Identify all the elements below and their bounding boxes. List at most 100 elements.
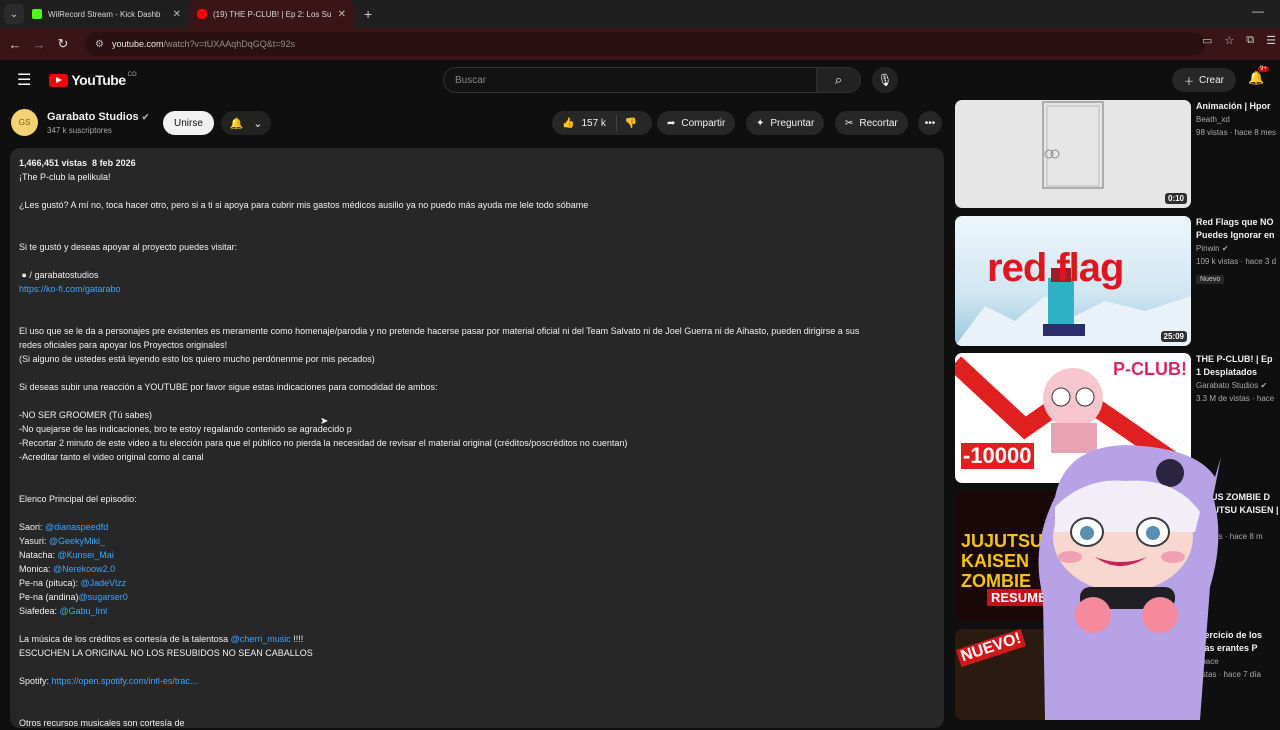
description-line[interactable]: https://ko-fi.com/gatarabo: [19, 282, 935, 296]
kofi-link[interactable]: https://ko-fi.com/gatarabo: [19, 284, 121, 294]
thumbnail-text: NUEVO!: [955, 629, 1027, 668]
description-line: Yasuri: @GeekyMiki_: [19, 534, 935, 548]
new-tab-button[interactable]: +: [364, 6, 372, 22]
back-icon[interactable]: ←: [3, 37, 27, 52]
recommendation-item[interactable]: red flag 25:09 Red Flags que NO Puedes I…: [954, 216, 1280, 346]
browser-tab-kick[interactable]: WilRecord Stream - Kick Dashb ✕: [24, 0, 189, 28]
line-text: Saori:: [19, 522, 46, 532]
ask-button[interactable]: ✦ Preguntar: [746, 111, 825, 135]
line-text: -Acreditar tanto el video original como …: [19, 452, 204, 462]
url-host: youtube.com: [111, 39, 164, 49]
search-box: ⌕: [443, 67, 861, 93]
vtuber-character-image: [1038, 445, 1221, 720]
join-button[interactable]: Unirse: [163, 111, 214, 135]
video-description[interactable]: 1,466,451 vistas 8 feb 2026 ¡The P-club …: [10, 148, 944, 728]
mention-link[interactable]: @JadeVlzz: [81, 578, 127, 588]
description-line: -NO SER GROOMER (Tú sabes): [19, 408, 935, 422]
video-thumbnail[interactable]: red flag 25:09: [955, 216, 1191, 346]
share-button[interactable]: ➦ Compartir: [657, 111, 736, 135]
browser-tab-youtube[interactable]: (19) THE P-CLUB! | Ep 2: Los Su ✕: [189, 0, 354, 28]
site-info-icon[interactable]: ⚙: [95, 39, 104, 50]
video-meta: THE P-CLUB! | Ep 1 Desplatados Garabato …: [1196, 353, 1280, 405]
line-text: La música de los créditos es cortesía de…: [19, 634, 231, 644]
like-count: 157 k: [581, 117, 606, 129]
line-text: Elenco Principal del episodio:: [19, 494, 137, 504]
line-text: El uso que se le da a personajes pre exi…: [19, 326, 860, 336]
mention-link[interactable]: @dianaspeedfd: [45, 522, 108, 532]
country-code: CO: [127, 72, 137, 78]
vtuber-overlay: [1025, 437, 1225, 720]
description-line: El uso que se le da a personajes pre exi…: [19, 324, 935, 338]
logo-text: YouTube: [71, 72, 126, 88]
mention-link[interactable]: https://open.spotify.com/intl-es/trac...: [52, 676, 198, 686]
reading-list-icon[interactable]: ☰: [1266, 34, 1276, 47]
notifications-button[interactable]: 🔔 9+: [1248, 66, 1269, 86]
video-title-line: Red Flags que NO Puedes Ignorar en: [1196, 217, 1275, 240]
line-text: -No quejarse de las indicaciones, bro te…: [19, 424, 352, 434]
youtube-icon: [197, 9, 207, 19]
recommendation-item[interactable]: 0:10 Animación | Hpor Beath_xd 98 vistas…: [954, 100, 1280, 230]
youtube-masthead: ☰ YouTube CO ⌕ 🎙 ＋ Crear 🔔 9+: [0, 60, 1280, 100]
search-input[interactable]: [443, 67, 817, 93]
close-tab-icon[interactable]: ✕: [173, 9, 181, 20]
description-line: Siafedea: @Gabu_lml: [19, 604, 935, 618]
line-text: Pe-na (pituca):: [19, 578, 81, 588]
description-line: -Recortar 2 minuto de este video a tu el…: [19, 436, 935, 450]
cast-icon[interactable]: ▭: [1202, 34, 1212, 47]
voice-search-button[interactable]: 🎙: [872, 67, 898, 93]
line-text: Pe-na (andina): [19, 592, 79, 602]
channel-name[interactable]: Garabato Studios ✔: [47, 111, 149, 123]
create-button[interactable]: ＋ Crear: [1172, 68, 1237, 92]
youtube-logo[interactable]: YouTube CO: [49, 72, 137, 88]
thumbs-up-icon: 👍: [562, 117, 575, 129]
description-line: Elenco Principal del episodio:: [19, 492, 935, 506]
channel-avatar[interactable]: GS: [11, 109, 38, 136]
channel-text: Pinwin: [1196, 244, 1220, 253]
reload-icon[interactable]: ↻: [51, 36, 75, 52]
url-field[interactable]: ⚙ youtube.com /watch?v=tUXAAqhDqGQ&t=92s: [85, 32, 1205, 56]
mention-link[interactable]: @Nerekoow2.0: [53, 564, 115, 574]
forward-icon[interactable]: →: [27, 37, 51, 52]
like-button[interactable]: 👍 157 k: [552, 115, 617, 131]
verified-icon: ✔: [141, 112, 150, 122]
line-text: Siafedea:: [19, 606, 60, 616]
search-icon: ⌕: [834, 72, 843, 87]
channel-name-text: Garabato Studios: [47, 111, 139, 123]
tab-search-button[interactable]: ⌄: [4, 4, 24, 24]
line-text: ¿Les gustó? A mí no, toca hacer otro, pe…: [19, 200, 589, 210]
close-tab-icon[interactable]: ✕: [338, 9, 346, 20]
video-channel: Beath_xd: [1196, 115, 1230, 124]
line-text: ¡The P-club la pelikula!: [19, 172, 111, 182]
minimize-icon[interactable]: —: [1252, 4, 1264, 18]
extensions-icon[interactable]: ⧉: [1246, 34, 1254, 47]
share-icon: ➦: [667, 117, 676, 129]
mention-link[interactable]: @cherri_music: [231, 634, 291, 644]
menu-icon[interactable]: ☰: [17, 70, 31, 90]
video-views: 3.3 M de vistas · hace: [1196, 394, 1275, 403]
video-stats: 1,466,451 vistas 8 feb 2026: [19, 158, 136, 168]
bookmark-star-icon[interactable]: ☆: [1224, 34, 1234, 47]
clip-label: Recortar: [859, 117, 898, 129]
clip-button[interactable]: ✂ Recortar: [835, 111, 908, 135]
mention-link[interactable]: @GeekyMiki_: [49, 536, 105, 546]
more-actions-button[interactable]: •••: [918, 111, 942, 135]
description-text: ¡The P-club la pelikula! ¿Les gustó? A mí…: [19, 170, 935, 730]
dislike-button[interactable]: 👎: [617, 118, 637, 129]
subscription-bell-button[interactable]: 🔔 ⌄: [221, 111, 271, 135]
bell-icon: 🔔: [229, 117, 244, 130]
mention-link[interactable]: @Gabu_lml: [60, 606, 108, 616]
mention-link[interactable]: @sugarser0: [79, 592, 128, 602]
verified-icon: ✔: [1260, 381, 1268, 390]
description-line: -Acreditar tanto el video original como …: [19, 450, 935, 464]
url-path: /watch?v=tUXAAqhDqGQ&t=92s: [163, 39, 296, 49]
description-line: ¿Les gustó? A mí no, toca hacer otro, pe…: [19, 198, 935, 212]
description-line: ● / garabatostudios: [19, 268, 935, 282]
search-button[interactable]: ⌕: [817, 67, 861, 93]
mention-link[interactable]: @Kunsei_Mai: [58, 550, 114, 560]
video-thumbnail[interactable]: 0:10: [955, 100, 1191, 208]
